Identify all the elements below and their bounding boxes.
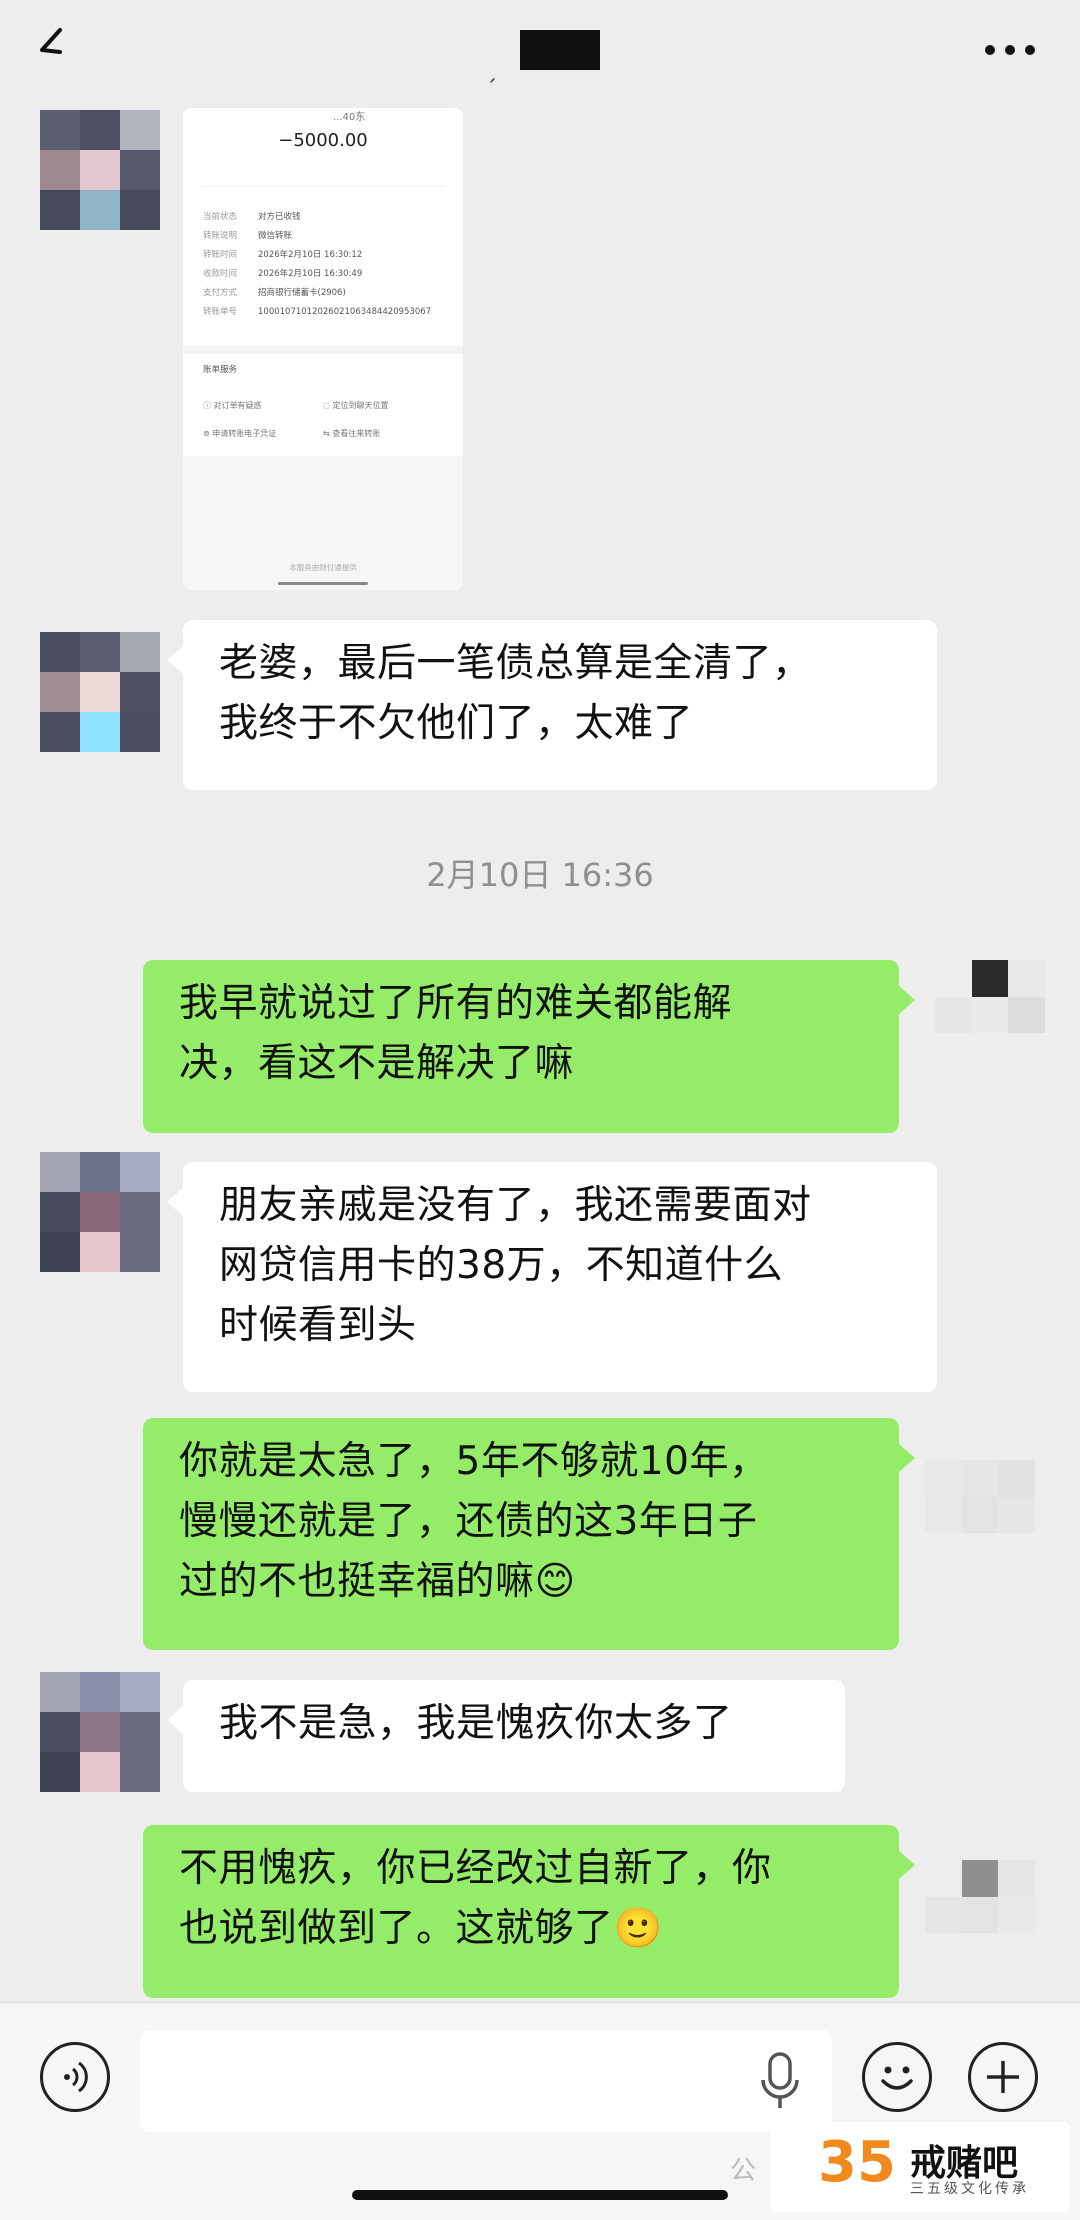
services-title: 账单服务: [203, 365, 238, 375]
message-bubble-received[interactable]: 朋友亲戚是没有了，我还需要面对 网贷信用卡的38万，不知道什么 时候看到头: [167, 1162, 937, 1392]
chat-title-redacted: [520, 30, 600, 70]
service-item: ◌ 定位到聊天位置: [323, 401, 389, 410]
message-bubble-received[interactable]: 老婆，最后一笔债总算是全清了， 我终于不欠他们了，太难了: [167, 620, 937, 790]
timestamp: 2月10日 16:36: [426, 856, 654, 894]
avatar[interactable]: [40, 110, 160, 230]
transfer-amount: −5000.00: [278, 130, 368, 151]
service-item: ⇆ 查看往来转账: [323, 429, 381, 438]
message-input[interactable]: [140, 2030, 832, 2132]
service-item: ⊚ 申请转账电子凭证: [203, 429, 277, 438]
message-bubble-sent[interactable]: 不用愧疚，你已经改过自新了，你 也说到做到了。这就够了🙂: [143, 1825, 915, 1998]
avatar[interactable]: [40, 632, 160, 752]
avatar-self[interactable]: [935, 960, 1045, 1070]
avatar-self[interactable]: [925, 1860, 1035, 1970]
message-bubble-sent[interactable]: 你就是太急了，5年不够就10年， 慢慢还就是了，还债的这3年日子 过的不也挺幸福…: [143, 1418, 915, 1650]
divider: [201, 186, 445, 187]
microphone-icon[interactable]: [755, 2050, 805, 2115]
voice-icon[interactable]: [40, 2042, 110, 2112]
home-indicator: [352, 2190, 728, 2200]
card-top-label: ...40东: [333, 112, 366, 123]
home-indicator-mini: [278, 582, 368, 585]
footer-note: 本服务由财付通提供: [289, 563, 357, 572]
avatar[interactable]: [40, 1152, 160, 1272]
watermark-number: 35: [818, 2130, 896, 2195]
avatar-self[interactable]: [925, 1460, 1035, 1570]
transfer-detail-image[interactable]: ...40东 −5000.00 当前状态 对方已收钱 转账说明 微信转账 转账时间 2…: [183, 108, 463, 590]
detail-row: 收款时间 2026年2月10日 16:30:49: [203, 269, 363, 279]
emoji-icon[interactable]: [862, 2042, 932, 2112]
watermark-subtitle: 三五级文化传承: [910, 2181, 1029, 2197]
section-gap: [183, 346, 463, 354]
message-bubble-received[interactable]: 我不是急，我是愧疚你太多了: [167, 1680, 845, 1792]
plus-icon[interactable]: [968, 2042, 1038, 2112]
detail-row: 转账说明 微信转账: [203, 231, 293, 241]
wechat-watermark-label: 公: [730, 2156, 757, 2186]
title-fragment: ˏ: [486, 58, 497, 83]
avatar[interactable]: [40, 1672, 160, 1792]
back-arrow-icon[interactable]: [30, 22, 80, 72]
message-bubble-sent[interactable]: 我早就说过了所有的难关都能解 决，看这不是解决了嘛: [143, 960, 915, 1133]
more-dots-icon[interactable]: [980, 40, 1040, 60]
detail-row: 支付方式 招商银行储蓄卡(2906): [203, 288, 346, 298]
detail-row: 转账单号 10001071012026021063484420953067: [203, 307, 432, 317]
service-item: ⓘ 对订单有疑惑: [203, 401, 262, 410]
detail-row: 转账时间 2026年2月10日 16:30:12: [203, 250, 363, 260]
detail-row: 当前状态 对方已收钱: [203, 212, 301, 222]
